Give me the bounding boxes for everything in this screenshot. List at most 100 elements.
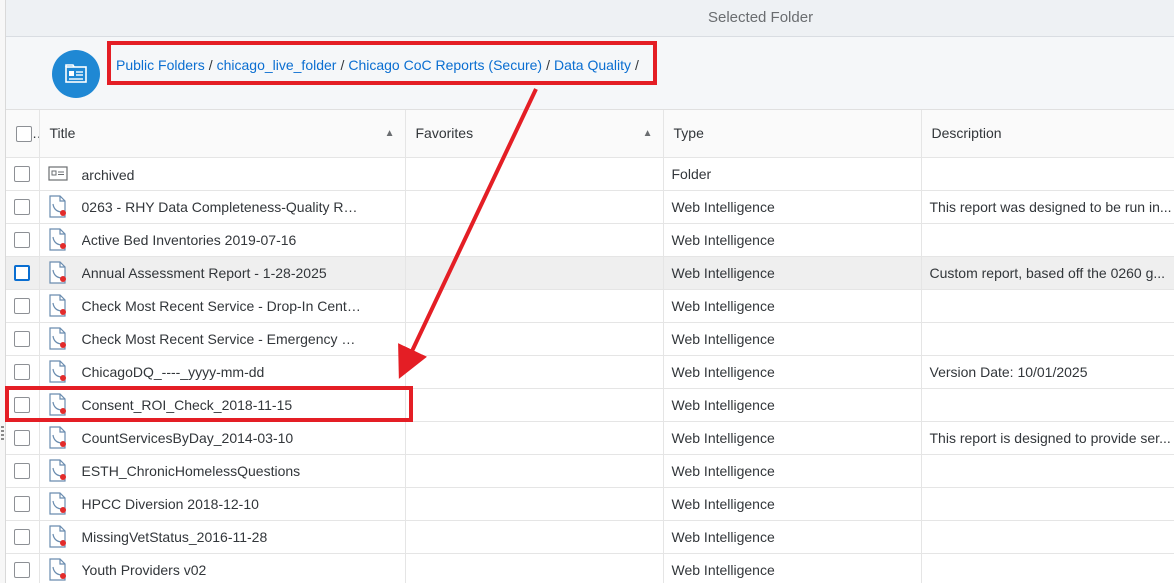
row-select-cell — [6, 322, 40, 356]
table-header-row: Title ▲︎ Favorites ▲︎ Type Description — [6, 110, 1174, 158]
sort-icon[interactable]: ▲︎ — [643, 128, 653, 139]
row-title-cell[interactable]: HPCC Diversion 2018-12-10 — [39, 487, 406, 521]
webi-report-icon — [48, 425, 68, 449]
select-all-checkbox[interactable] — [16, 125, 32, 142]
row-description: Version Date: 10/01/2025 — [929, 363, 1088, 380]
table-row[interactable]: ChicagoDQ_----_yyyy-mm-dd Web Intelligenc… — [6, 355, 1174, 389]
row-type: Web Intelligence — [671, 429, 775, 446]
row-checkbox[interactable] — [14, 265, 31, 282]
row-title-cell[interactable]: Youth Providers v02 — [39, 553, 406, 583]
row-title[interactable]: 0263 - RHY Data Completeness-Quality Re.… — [82, 199, 362, 215]
table-row[interactable]: Active Bed Inventories 2019-07-16 Web Int… — [6, 223, 1174, 257]
webi-report-icon — [48, 524, 68, 548]
row-type: Web Intelligence — [671, 462, 775, 479]
row-title[interactable]: Check Most Recent Service - Drop-In Cent… — [82, 298, 362, 314]
row-type-cell: Folder — [663, 157, 922, 191]
row-title[interactable]: Check Most Recent Service - Emergency S.… — [82, 331, 362, 347]
row-title-cell[interactable]: ESTH_ChronicHomelessQuestions — [39, 454, 406, 488]
row-title[interactable]: ESTH_ChronicHomelessQuestions — [82, 463, 301, 479]
resize-grip-icon[interactable] — [1, 426, 4, 442]
top-bar: Selected Folder — [6, 0, 1174, 37]
row-title[interactable]: Annual Assessment Report - 1-28-2025 — [82, 265, 327, 281]
row-type: Web Intelligence — [671, 363, 775, 380]
row-title[interactable]: CountServicesByDay_2014-03-10 — [82, 430, 294, 446]
row-title-cell[interactable]: CountServicesByDay_2014-03-10 — [39, 421, 406, 455]
webi-report-icon — [48, 326, 68, 350]
column-header-favorites[interactable]: Favorites ▲︎ — [405, 110, 664, 158]
row-title[interactable]: ChicagoDQ_----_yyyy-mm-dd — [82, 364, 265, 380]
row-checkbox[interactable] — [14, 199, 31, 216]
row-title[interactable]: MissingVetStatus_2016-11-28 — [82, 529, 268, 545]
row-type-cell: Web Intelligence — [663, 553, 922, 583]
row-title-cell[interactable]: ChicagoDQ_----_yyyy-mm-dd — [39, 355, 406, 389]
row-checkbox[interactable] — [14, 463, 31, 480]
table-row[interactable]: Check Most Recent Service - Drop-In Cent… — [6, 289, 1174, 323]
row-type: Web Intelligence — [671, 330, 775, 347]
row-favorites-cell — [405, 355, 664, 389]
breadcrumb-annotation-box — [107, 41, 657, 85]
row-description-cell — [921, 157, 1174, 191]
row-checkbox[interactable] — [14, 298, 31, 315]
webi-report-icon — [48, 194, 68, 218]
row-checkbox[interactable] — [14, 562, 31, 579]
table-row[interactable]: MissingVetStatus_2016-11-28 Web Intellige… — [6, 520, 1174, 554]
sort-icon[interactable]: ▲︎ — [385, 128, 395, 139]
row-title-cell[interactable]: Active Bed Inventories 2019-07-16 — [39, 223, 406, 257]
row-description: This report is designed to provide ser..… — [929, 429, 1171, 446]
row-description-cell — [921, 487, 1174, 521]
row-favorites-cell — [405, 520, 664, 554]
row-title[interactable]: archived — [82, 167, 135, 183]
table-row[interactable]: archived Folder — [6, 157, 1174, 191]
row-select-cell — [6, 553, 40, 583]
row-checkbox[interactable] — [14, 529, 31, 546]
row-title-cell[interactable]: Annual Assessment Report - 1-28-2025 — [39, 256, 406, 290]
row-favorites-cell — [405, 553, 664, 583]
select-all-cell — [6, 110, 40, 158]
row-select-cell — [6, 487, 40, 521]
table-row[interactable]: Annual Assessment Report - 1-28-2025 Web … — [6, 256, 1174, 290]
row-title-cell[interactable]: archived — [39, 157, 406, 191]
row-annotation-box — [5, 386, 413, 422]
row-description-cell: Custom report, based off the 0260 g... — [921, 256, 1174, 290]
row-type-cell: Web Intelligence — [663, 520, 922, 554]
table-row[interactable]: Youth Providers v02 Web Intelligence — [6, 553, 1174, 583]
row-select-cell — [6, 223, 40, 257]
row-checkbox[interactable] — [14, 166, 31, 183]
column-description-label: Description — [931, 125, 1002, 142]
table-row[interactable]: CountServicesByDay_2014-03-10 Web Intelli… — [6, 421, 1174, 455]
table-row[interactable]: 0263 - RHY Data Completeness-Quality Re.… — [6, 190, 1174, 224]
row-type: Web Intelligence — [671, 495, 775, 512]
row-description-cell — [921, 454, 1174, 488]
row-favorites-cell — [405, 421, 664, 455]
row-title[interactable]: Youth Providers v02 — [82, 562, 207, 578]
row-title[interactable]: HPCC Diversion 2018-12-10 — [82, 496, 259, 512]
row-checkbox[interactable] — [14, 232, 31, 249]
webi-report-icon — [48, 227, 68, 251]
row-type-cell: Web Intelligence — [663, 190, 922, 224]
column-header-description[interactable]: Description — [921, 110, 1174, 158]
column-header-type[interactable]: Type — [663, 110, 922, 158]
row-title-cell[interactable]: MissingVetStatus_2016-11-28 — [39, 520, 406, 554]
row-checkbox[interactable] — [14, 496, 31, 513]
row-checkbox[interactable] — [14, 364, 31, 381]
row-select-cell — [6, 289, 40, 323]
table-row[interactable]: ESTH_ChronicHomelessQuestions Web Intelli… — [6, 454, 1174, 488]
row-title-cell[interactable]: 0263 - RHY Data Completeness-Quality Re.… — [39, 190, 406, 224]
row-description: This report was designed to be run in... — [929, 198, 1172, 215]
row-select-cell — [6, 520, 40, 554]
column-header-title[interactable]: Title ▲︎ — [39, 110, 406, 158]
row-checkbox[interactable] — [14, 331, 31, 348]
row-title-cell[interactable]: Check Most Recent Service - Emergency S.… — [39, 322, 406, 356]
row-checkbox[interactable] — [14, 430, 31, 447]
row-favorites-cell — [405, 322, 664, 356]
row-select-cell — [6, 190, 40, 224]
row-title[interactable]: Active Bed Inventories 2019-07-16 — [82, 232, 297, 248]
row-description: Custom report, based off the 0260 g... — [929, 264, 1166, 281]
row-title-cell[interactable]: Check Most Recent Service - Drop-In Cent… — [39, 289, 406, 323]
row-favorites-cell — [405, 157, 664, 191]
content-table: Title ▲︎ Favorites ▲︎ Type Description a… — [6, 110, 1174, 583]
table-row[interactable]: HPCC Diversion 2018-12-10 Web Intelligenc… — [6, 487, 1174, 521]
table-row[interactable]: Check Most Recent Service - Emergency S.… — [6, 322, 1174, 356]
row-select-cell — [6, 157, 40, 191]
row-type: Web Intelligence — [671, 231, 775, 248]
